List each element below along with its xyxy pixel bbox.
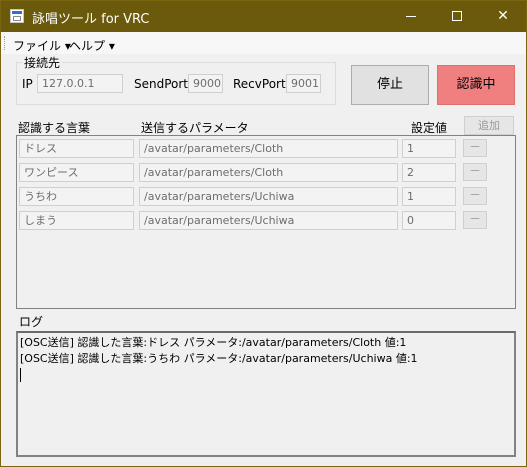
value-field[interactable]: 0 <box>402 211 456 230</box>
add-button[interactable]: 追加 <box>464 116 514 135</box>
recv-port-field[interactable]: 9001 <box>286 74 321 93</box>
word-field[interactable]: ドレス <box>19 139 134 158</box>
minimize-icon <box>406 16 416 17</box>
recognizing-button[interactable]: 認識中 <box>437 65 515 105</box>
param-field[interactable]: /avatar/parameters/Uchiwa <box>139 211 398 230</box>
send-port-field[interactable]: 9000 <box>188 74 223 93</box>
word-field[interactable]: うちわ <box>19 187 134 206</box>
value-field[interactable]: 1 <box>402 139 456 158</box>
param-field[interactable]: /avatar/parameters/Cloth <box>139 163 398 182</box>
remove-row-button[interactable]: － <box>463 187 487 205</box>
title-bar[interactable]: 詠唱ツール for VRC ✕ <box>1 1 526 32</box>
menu-help[interactable]: ヘルプ ▾ <box>69 37 115 54</box>
header-param: 送信するパラメータ <box>141 121 249 135</box>
app-icon <box>10 9 24 23</box>
word-field[interactable]: しまう <box>19 211 134 230</box>
stop-button[interactable]: 停止 <box>351 65 429 105</box>
param-field[interactable]: /avatar/parameters/Uchiwa <box>139 187 398 206</box>
menu-bar: ファイル ▾ ヘルプ ▾ <box>1 32 526 54</box>
text-caret <box>20 368 21 382</box>
maximize-button[interactable] <box>434 1 480 32</box>
close-icon: ✕ <box>497 8 509 24</box>
menu-file[interactable]: ファイル ▾ <box>13 37 71 54</box>
param-field[interactable]: /avatar/parameters/Cloth <box>139 139 398 158</box>
minimize-button[interactable] <box>388 1 434 32</box>
log-label: ログ <box>19 315 44 329</box>
send-port-label: SendPort <box>134 77 189 91</box>
close-button[interactable]: ✕ <box>480 1 526 32</box>
header-word: 認識する言葉 <box>18 121 91 135</box>
remove-row-button[interactable]: － <box>463 163 487 181</box>
log-line: [OSC送信] 認識した言葉:うちわ パラメータ:/avatar/paramet… <box>20 352 418 365</box>
recv-port-label: RecvPort <box>233 77 286 91</box>
app-window: 詠唱ツール for VRC ✕ ファイル ▾ ヘルプ ▾ 接続先 IP 127.… <box>0 0 527 467</box>
log-line: [OSC送信] 認識した言葉:ドレス パラメータ:/avatar/paramet… <box>20 336 407 349</box>
window-title: 詠唱ツール for VRC <box>32 12 150 27</box>
value-field[interactable]: 2 <box>402 163 456 182</box>
remove-row-button[interactable]: － <box>463 211 487 229</box>
maximize-icon <box>452 11 462 21</box>
header-value: 設定値 <box>411 121 448 135</box>
log-textbox[interactable]: [OSC送信] 認識した言葉:ドレス パラメータ:/avatar/paramet… <box>16 331 516 457</box>
connection-group-title: 接続先 <box>22 54 63 71</box>
value-field[interactable]: 1 <box>402 187 456 206</box>
ip-field[interactable]: 127.0.0.1 <box>37 74 123 93</box>
ip-label: IP <box>22 77 33 91</box>
remove-row-button[interactable]: － <box>463 139 487 157</box>
word-field[interactable]: ワンピース <box>19 163 134 182</box>
menu-grip-icon <box>4 36 8 50</box>
